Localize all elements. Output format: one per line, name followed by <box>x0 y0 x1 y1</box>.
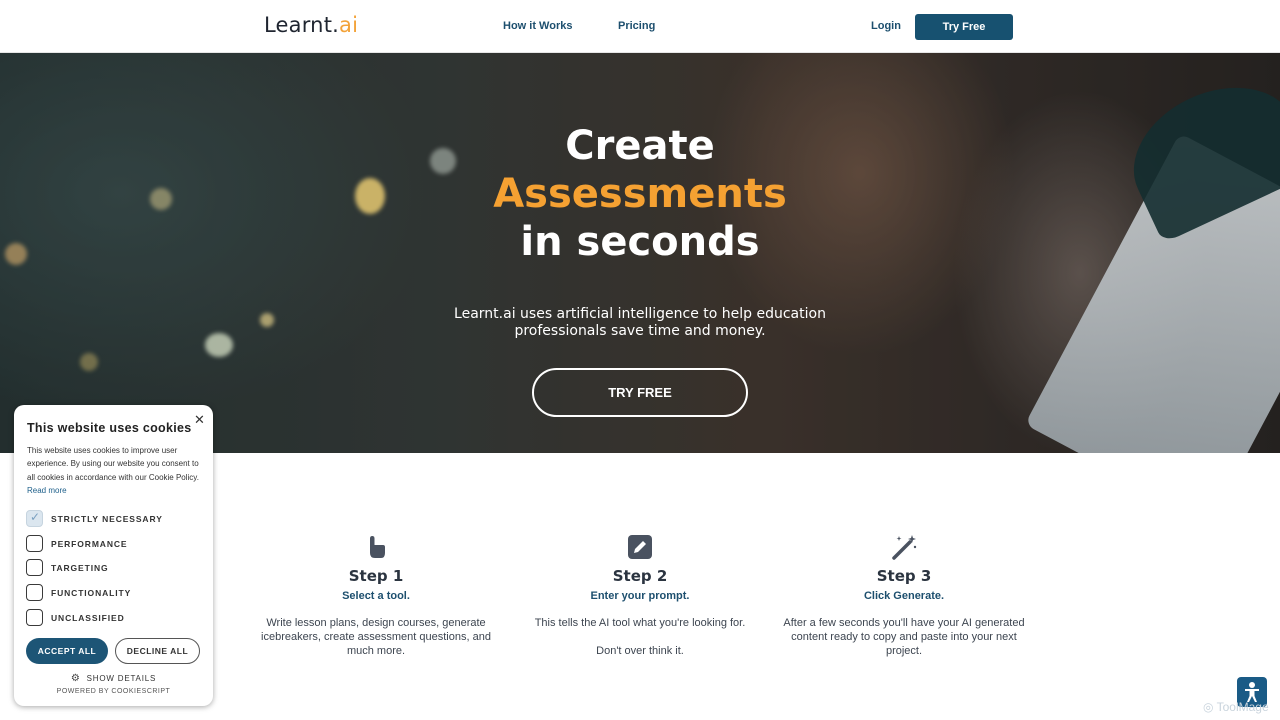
checkbox[interactable] <box>26 609 43 626</box>
hero-try-free-button[interactable]: TRY FREE <box>532 368 748 417</box>
pencil-square-icon <box>626 533 654 561</box>
step-subtitle: Enter your prompt. <box>590 590 690 602</box>
watermark-text: ToolMage <box>1216 700 1269 714</box>
cookie-consent-banner: ✕ This website uses cookies This website… <box>14 405 213 706</box>
bokeh-light <box>205 333 233 357</box>
step-description: After a few seconds you'll have your AI … <box>783 617 1025 657</box>
step-card-3: Step 3 Click Generate. After a few secon… <box>779 533 1029 658</box>
magic-wand-icon <box>890 533 918 561</box>
step-title: Step 1 <box>348 567 404 585</box>
header-try-free-button[interactable]: Try Free <box>915 14 1013 40</box>
site-header: Learnt.ai How it Works Pricing Login Try… <box>0 0 1280 53</box>
read-more-link[interactable]: Read more <box>27 486 67 495</box>
bokeh-light <box>80 353 98 371</box>
step-title: Step 2 <box>612 567 668 585</box>
decline-all-button[interactable]: DECLINE ALL <box>115 638 200 664</box>
cookie-title: This website uses cookies <box>27 421 192 435</box>
checkbox[interactable] <box>26 584 43 601</box>
cookie-text-body: This website uses cookies to improve use… <box>27 446 199 482</box>
step-description: This tells the AI tool what you're looki… <box>534 617 746 657</box>
checkbox-checked[interactable] <box>26 510 43 527</box>
step-subtitle: Select a tool. <box>342 590 410 602</box>
hero-title-accent: Assessments <box>493 171 787 217</box>
nav-how-it-works[interactable]: How it Works <box>503 20 572 32</box>
logo[interactable]: Learnt.ai <box>264 13 358 37</box>
login-link[interactable]: Login <box>871 20 901 32</box>
logo-accent-text: ai <box>339 13 359 37</box>
step-title: Step 3 <box>876 567 932 585</box>
watermark: ◎ ToolMage <box>1203 700 1269 714</box>
powered-by-text: POWERED BY COOKIESCRIPT <box>56 688 171 695</box>
logo-main-text: Learnt. <box>264 13 340 37</box>
checkbox[interactable] <box>26 535 43 552</box>
nav-pricing[interactable]: Pricing <box>618 20 655 32</box>
accept-all-button[interactable]: ACCEPT ALL <box>26 638 108 664</box>
watermark-logo-icon: ◎ <box>1203 700 1217 714</box>
step-card-2: Step 2 Enter your prompt. This tells the… <box>515 533 765 658</box>
checkbox[interactable] <box>26 559 43 576</box>
pointer-hand-icon <box>362 533 390 561</box>
option-label: STRICTLY NECESSARY <box>51 514 163 524</box>
hero-title-line1: Create <box>565 123 715 169</box>
show-details-label: SHOW DETAILS <box>86 674 157 683</box>
step-subtitle: Click Generate. <box>863 590 945 602</box>
option-label: UNCLASSIFIED <box>51 613 125 623</box>
option-label: FUNCTIONALITY <box>51 588 132 598</box>
hero-section: Create Assessments in seconds Learnt.ai … <box>0 53 1280 453</box>
step-card-1: Step 1 Select a tool. Write lesson plans… <box>251 533 501 658</box>
close-icon[interactable]: ✕ <box>194 412 205 428</box>
bokeh-light <box>260 313 274 327</box>
show-details-toggle[interactable]: ⚙ SHOW DETAILS <box>14 673 213 684</box>
step-description: Write lesson plans, design courses, gene… <box>261 617 491 657</box>
option-label: TARGETING <box>51 563 109 573</box>
hero-title-line3: in seconds <box>520 219 760 265</box>
hero-subtitle: Learnt.ai uses artificial intelligence t… <box>454 306 826 339</box>
cookie-description: This website uses cookies to improve use… <box>27 444 205 497</box>
gear-icon: ⚙ <box>70 673 81 684</box>
option-label: PERFORMANCE <box>51 539 128 549</box>
